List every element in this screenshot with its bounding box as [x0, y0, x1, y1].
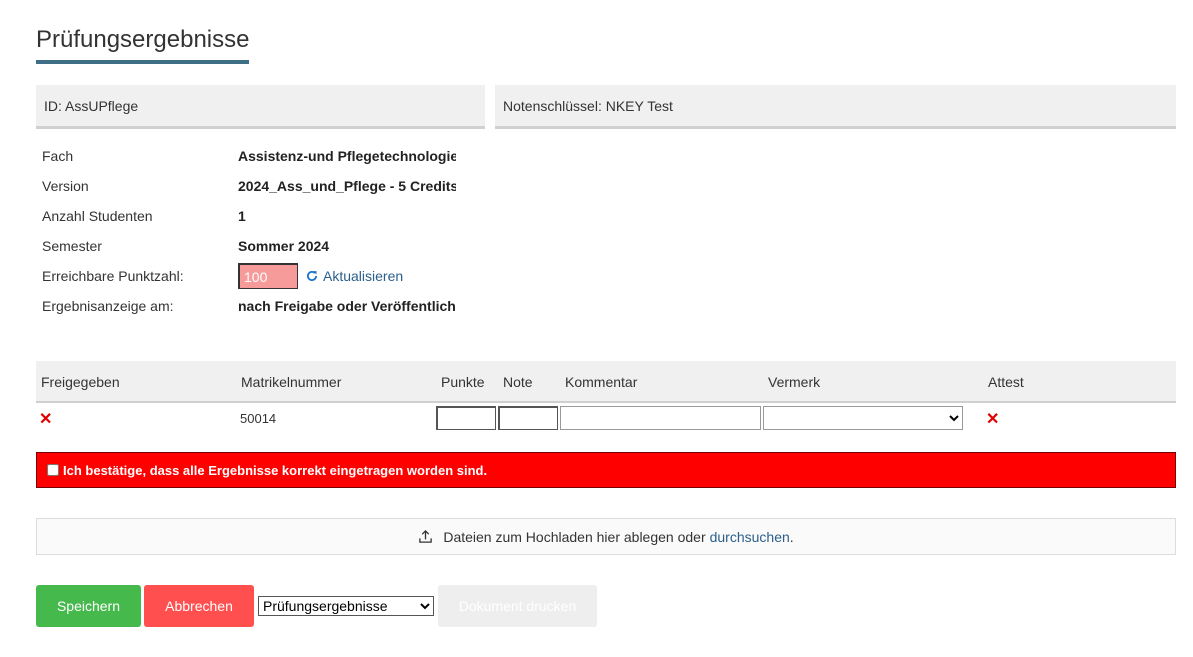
page-title: Prüfungsergebnisse	[36, 26, 250, 53]
title-underline	[36, 60, 249, 64]
confirm-label[interactable]: Ich bestätige, dass alle Ergebnisse korr…	[63, 463, 487, 478]
dropzone-text: Dateien zum Hochladen hier ablegen oder	[443, 528, 706, 545]
semester-value: Sommer 2024	[238, 238, 330, 254]
document-select[interactable]: Prüfungsergebnisse	[258, 596, 434, 616]
grade-input[interactable]	[498, 406, 558, 430]
vermerk-select[interactable]	[763, 406, 963, 430]
confirm-checkbox[interactable]	[47, 464, 59, 476]
info-row-semester: Semester Sommer 2024	[36, 231, 456, 261]
refresh-link[interactable]: Aktualisieren	[306, 268, 403, 284]
browse-link[interactable]: durchsuchen	[710, 529, 790, 545]
grade-key-panel: Notenschlüssel: NKEY Test	[495, 85, 1176, 129]
info-row-anzeige: Ergebnisanzeige am: nach Freigabe oder V…	[36, 291, 456, 321]
info-row-punktzahl: Erreichbare Punktzahl: Aktualisieren	[36, 261, 456, 291]
matrikel-value: 50014	[240, 411, 277, 426]
refresh-label: Aktualisieren	[323, 268, 404, 284]
header-attest: Attest	[988, 374, 1024, 390]
header-matrikelnummer: Matrikelnummer	[241, 374, 342, 390]
anzahl-value: 1	[238, 208, 246, 224]
refresh-icon	[306, 270, 318, 281]
dropzone-suffix: .	[789, 528, 794, 545]
semester-label: Semester	[42, 238, 102, 254]
results-table-header: Freigegeben Matrikelnummer Punkte Note K…	[36, 361, 1176, 403]
info-row-anzahl: Anzahl Studenten 1	[36, 201, 456, 231]
header-note: Note	[503, 374, 533, 390]
version-value: 2024_Ass_und_Pflege - 5 Credits	[238, 178, 456, 194]
info-row-version: Version 2024_Ass_und_Pflege - 5 Credits	[36, 171, 456, 201]
header-punkte: Punkte	[441, 374, 485, 390]
fach-label: Fach	[42, 148, 74, 164]
cancel-button[interactable]: Abbrechen	[144, 585, 254, 627]
punktzahl-label: Erreichbare Punktzahl:	[42, 268, 184, 284]
table-row: ✕ 50014 ✕	[36, 404, 1176, 434]
file-dropzone[interactable]: Dateien zum Hochladen hier ablegen oder …	[36, 518, 1176, 555]
exam-id-panel: ID: AssUPflege	[36, 85, 485, 129]
header-kommentar: Kommentar	[565, 374, 638, 390]
not-released-x-icon: ✕	[39, 411, 53, 428]
info-row-fach: Fach Assistenz-und Pflegetechnologie	[36, 141, 456, 171]
version-label: Version	[42, 178, 89, 194]
fach-value: Assistenz-und Pflegetechnologie	[238, 148, 456, 164]
confirm-bar: Ich bestätige, dass alle Ergebnisse korr…	[36, 452, 1176, 488]
max-points-input[interactable]	[238, 263, 298, 289]
header-freigegeben: Freigegeben	[41, 374, 120, 390]
points-input[interactable]	[436, 406, 496, 430]
save-button[interactable]: Speichern	[36, 585, 141, 627]
anzahl-label: Anzahl Studenten	[42, 208, 153, 224]
print-document-button[interactable]: Dokument drucken	[438, 585, 597, 627]
anzeige-value: nach Freigabe oder Veröffentlich	[238, 298, 456, 314]
attest-x-icon: ✕	[986, 411, 1000, 428]
anzeige-label: Ergebnisanzeige am:	[42, 298, 174, 314]
exam-info: Fach Assistenz-und Pflegetechnologie Ver…	[36, 141, 456, 321]
header-vermerk: Vermerk	[768, 374, 821, 390]
upload-icon	[419, 529, 433, 543]
comment-input[interactable]	[560, 406, 761, 430]
